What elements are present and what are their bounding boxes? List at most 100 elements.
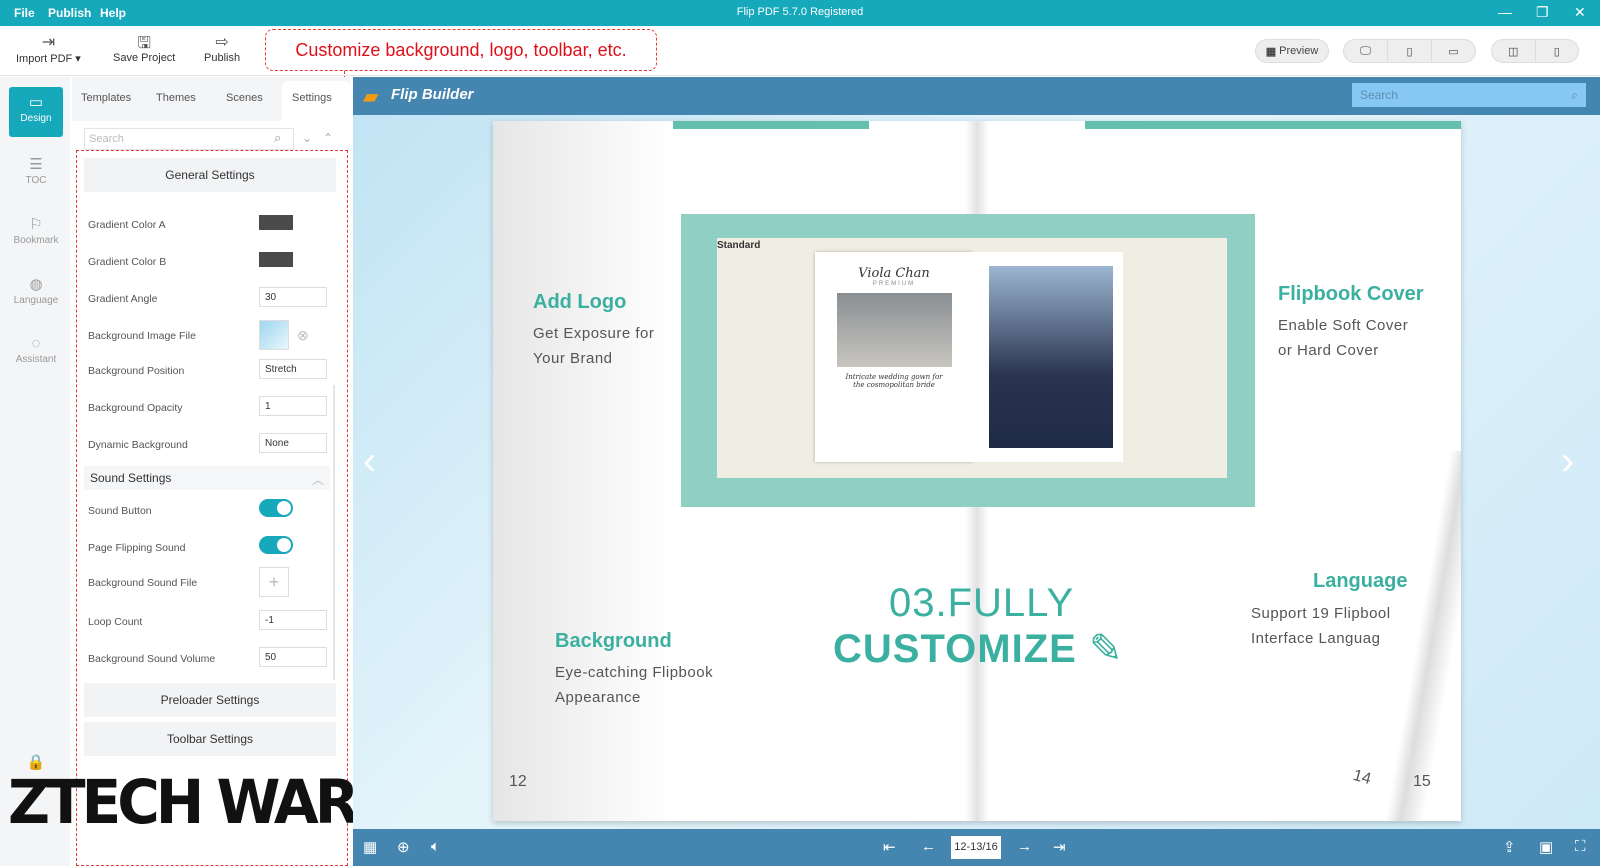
headline-line2: CUSTOMIZE ✎ (833, 627, 1124, 671)
color-swatch[interactable] (259, 215, 293, 230)
label: Gradient Angle (88, 293, 158, 305)
import-pdf-button[interactable]: ⇥ Import PDF ▾ (16, 32, 81, 65)
page-curl[interactable] (1375, 451, 1461, 821)
tablet-icon[interactable]: ▭ (1432, 40, 1475, 62)
inner-caption: Intricate wedding gown for (845, 373, 943, 381)
toc-icon: ☰ (29, 156, 43, 173)
rail-label: TOC (25, 175, 47, 186)
restore-icon[interactable]: ❐ (1536, 4, 1549, 21)
chat-icon: ◌ (31, 335, 41, 352)
sound-settings-header[interactable]: Sound Settings ︿ (84, 466, 330, 490)
row-loop-count: Loop Count -1 (88, 610, 333, 634)
autoplay-icon[interactable]: ▣ (1539, 838, 1553, 856)
general-settings-header[interactable]: General Settings (84, 158, 336, 192)
collapse-all-icon[interactable]: ⌃ (323, 131, 333, 145)
flipbook-search-input[interactable]: Search ⌕ (1352, 83, 1586, 107)
preloader-settings-header[interactable]: Preloader Settings (84, 683, 336, 717)
row-background-image: Background Image File ⊗ (88, 320, 333, 350)
save-project-button[interactable]: 🖫 Save Project (113, 32, 175, 64)
zoom-icon[interactable]: ⊕ (397, 838, 410, 856)
prev-page-arrow[interactable]: ‹ (363, 439, 376, 484)
expand-all-icon[interactable]: ⌄ (302, 131, 312, 145)
inner-brand: Viola Chan (858, 266, 930, 281)
remove-icon[interactable]: ⊗ (297, 327, 309, 344)
import-label: Import PDF ▾ (16, 53, 81, 65)
next-page-icon[interactable]: → (1017, 838, 1032, 855)
first-page-icon[interactable]: ⇤ (883, 838, 896, 856)
label: Gradient Color A (88, 219, 166, 231)
rail-label: Assistant (15, 354, 57, 365)
flipbook-preview: ▰ Flip Builder Search ⌕ ‹ › Standard Viol… (353, 77, 1600, 866)
color-swatch[interactable] (259, 252, 293, 267)
loop-count-input[interactable]: -1 (259, 610, 327, 630)
share-icon[interactable]: ⇪ (1503, 838, 1516, 856)
qr-icon: ▦ (1265, 45, 1277, 58)
page-flipping-sound-toggle[interactable] (259, 536, 293, 554)
feature-desc: Get Exposure for Your Brand (533, 325, 655, 367)
label: Background Position (88, 365, 185, 377)
preview-button[interactable]: ▦ Preview (1255, 39, 1329, 63)
sound-icon[interactable]: 🔈︎ (431, 838, 440, 855)
single-page-icon[interactable]: ▯ (1536, 40, 1579, 62)
import-icon: ⇥ (41, 34, 56, 51)
side-rail: ▭ Design ☰ TOC ⚐ Bookmark ◍ Language ◌ Assist… (0, 77, 70, 866)
sound-button-toggle[interactable] (259, 499, 293, 517)
prev-page-icon[interactable]: ← (921, 838, 936, 855)
page-indicator-input[interactable]: 12-13/16 (951, 836, 1001, 859)
rail-label: Bookmark (13, 235, 59, 246)
background-position-select[interactable]: Stretch (259, 359, 327, 379)
double-page-icon[interactable]: ◫ (1492, 40, 1536, 62)
label: Sound Button (88, 505, 152, 517)
phone-icon[interactable]: ▯ (1388, 40, 1432, 62)
row-gradient-color-b: Gradient Color B (88, 250, 333, 274)
row-page-flipping-sound: Page Flipping Sound (88, 536, 333, 560)
add-file-icon[interactable]: + (259, 567, 289, 597)
tab-settings[interactable]: Settings (292, 92, 332, 104)
model-photo (989, 266, 1113, 448)
feature-desc: Enable Soft Cover or Hard Cover (1278, 317, 1409, 359)
close-icon[interactable]: ✕ (1574, 4, 1586, 21)
sound-volume-input[interactable]: 50 (259, 647, 327, 667)
rail-label: Language (13, 295, 59, 306)
headline-line1: 03.FULLY (889, 581, 1075, 625)
last-page-icon[interactable]: ⇥ (1053, 838, 1066, 856)
toolbar-settings-header[interactable]: Toolbar Settings (84, 722, 336, 756)
rail-language[interactable]: ◍ Language (9, 269, 63, 319)
fullscreen-icon[interactable]: ⛶ (1575, 838, 1586, 855)
dynamic-background-select[interactable]: None (259, 433, 327, 453)
inner-caption: the cosmopolitan bride (853, 381, 935, 389)
settings-search-input[interactable]: Search (84, 128, 294, 150)
gradient-angle-input[interactable]: 30 (259, 287, 327, 307)
desktop-icon[interactable]: 🖵 (1344, 40, 1388, 62)
background-image-thumbnail[interactable] (259, 320, 289, 350)
tab-scenes[interactable]: Scenes (226, 92, 263, 104)
tab-templates[interactable]: Templates (81, 92, 131, 104)
rail-toc[interactable]: ☰ TOC (9, 149, 63, 199)
publish-button[interactable]: ⇨ Publish (204, 32, 240, 64)
thumbnails-icon[interactable]: ▦ (363, 838, 377, 856)
label: Dynamic Background (88, 439, 188, 451)
next-page-arrow[interactable]: › (1561, 439, 1574, 484)
rail-design[interactable]: ▭ Design (9, 87, 63, 137)
label: Loop Count (88, 616, 143, 628)
background-opacity-input[interactable]: 1 (259, 396, 327, 416)
globe-icon: ◍ (29, 276, 43, 293)
row-background-position: Background Position Stretch (88, 359, 333, 383)
feature-title: Background (555, 630, 672, 652)
panel-scrollbar[interactable] (333, 385, 335, 680)
callout-annotation: Customize background, logo, toolbar, etc… (265, 29, 657, 71)
search-icon[interactable]: ⌕ (274, 130, 281, 146)
rail-bookmark[interactable]: ⚐ Bookmark (9, 209, 63, 259)
search-icon: ⌕ (1571, 88, 1578, 102)
row-background-opacity: Background Opacity 1 (88, 396, 333, 420)
wedding-photo (836, 293, 952, 367)
minimize-icon[interactable]: — (1498, 4, 1512, 20)
tab-themes[interactable]: Themes (156, 92, 196, 104)
feature-title: Flipbook Cover (1278, 283, 1424, 305)
sound-settings-label: Sound Settings (90, 471, 172, 485)
row-sound-button: Sound Button (88, 499, 333, 523)
rail-assistant[interactable]: ◌ Assistant (9, 329, 63, 379)
bookmark-icon: ⚐ (29, 216, 43, 233)
save-icon: 🖫 (137, 35, 151, 52)
publish-icon: ⇨ (215, 34, 229, 51)
